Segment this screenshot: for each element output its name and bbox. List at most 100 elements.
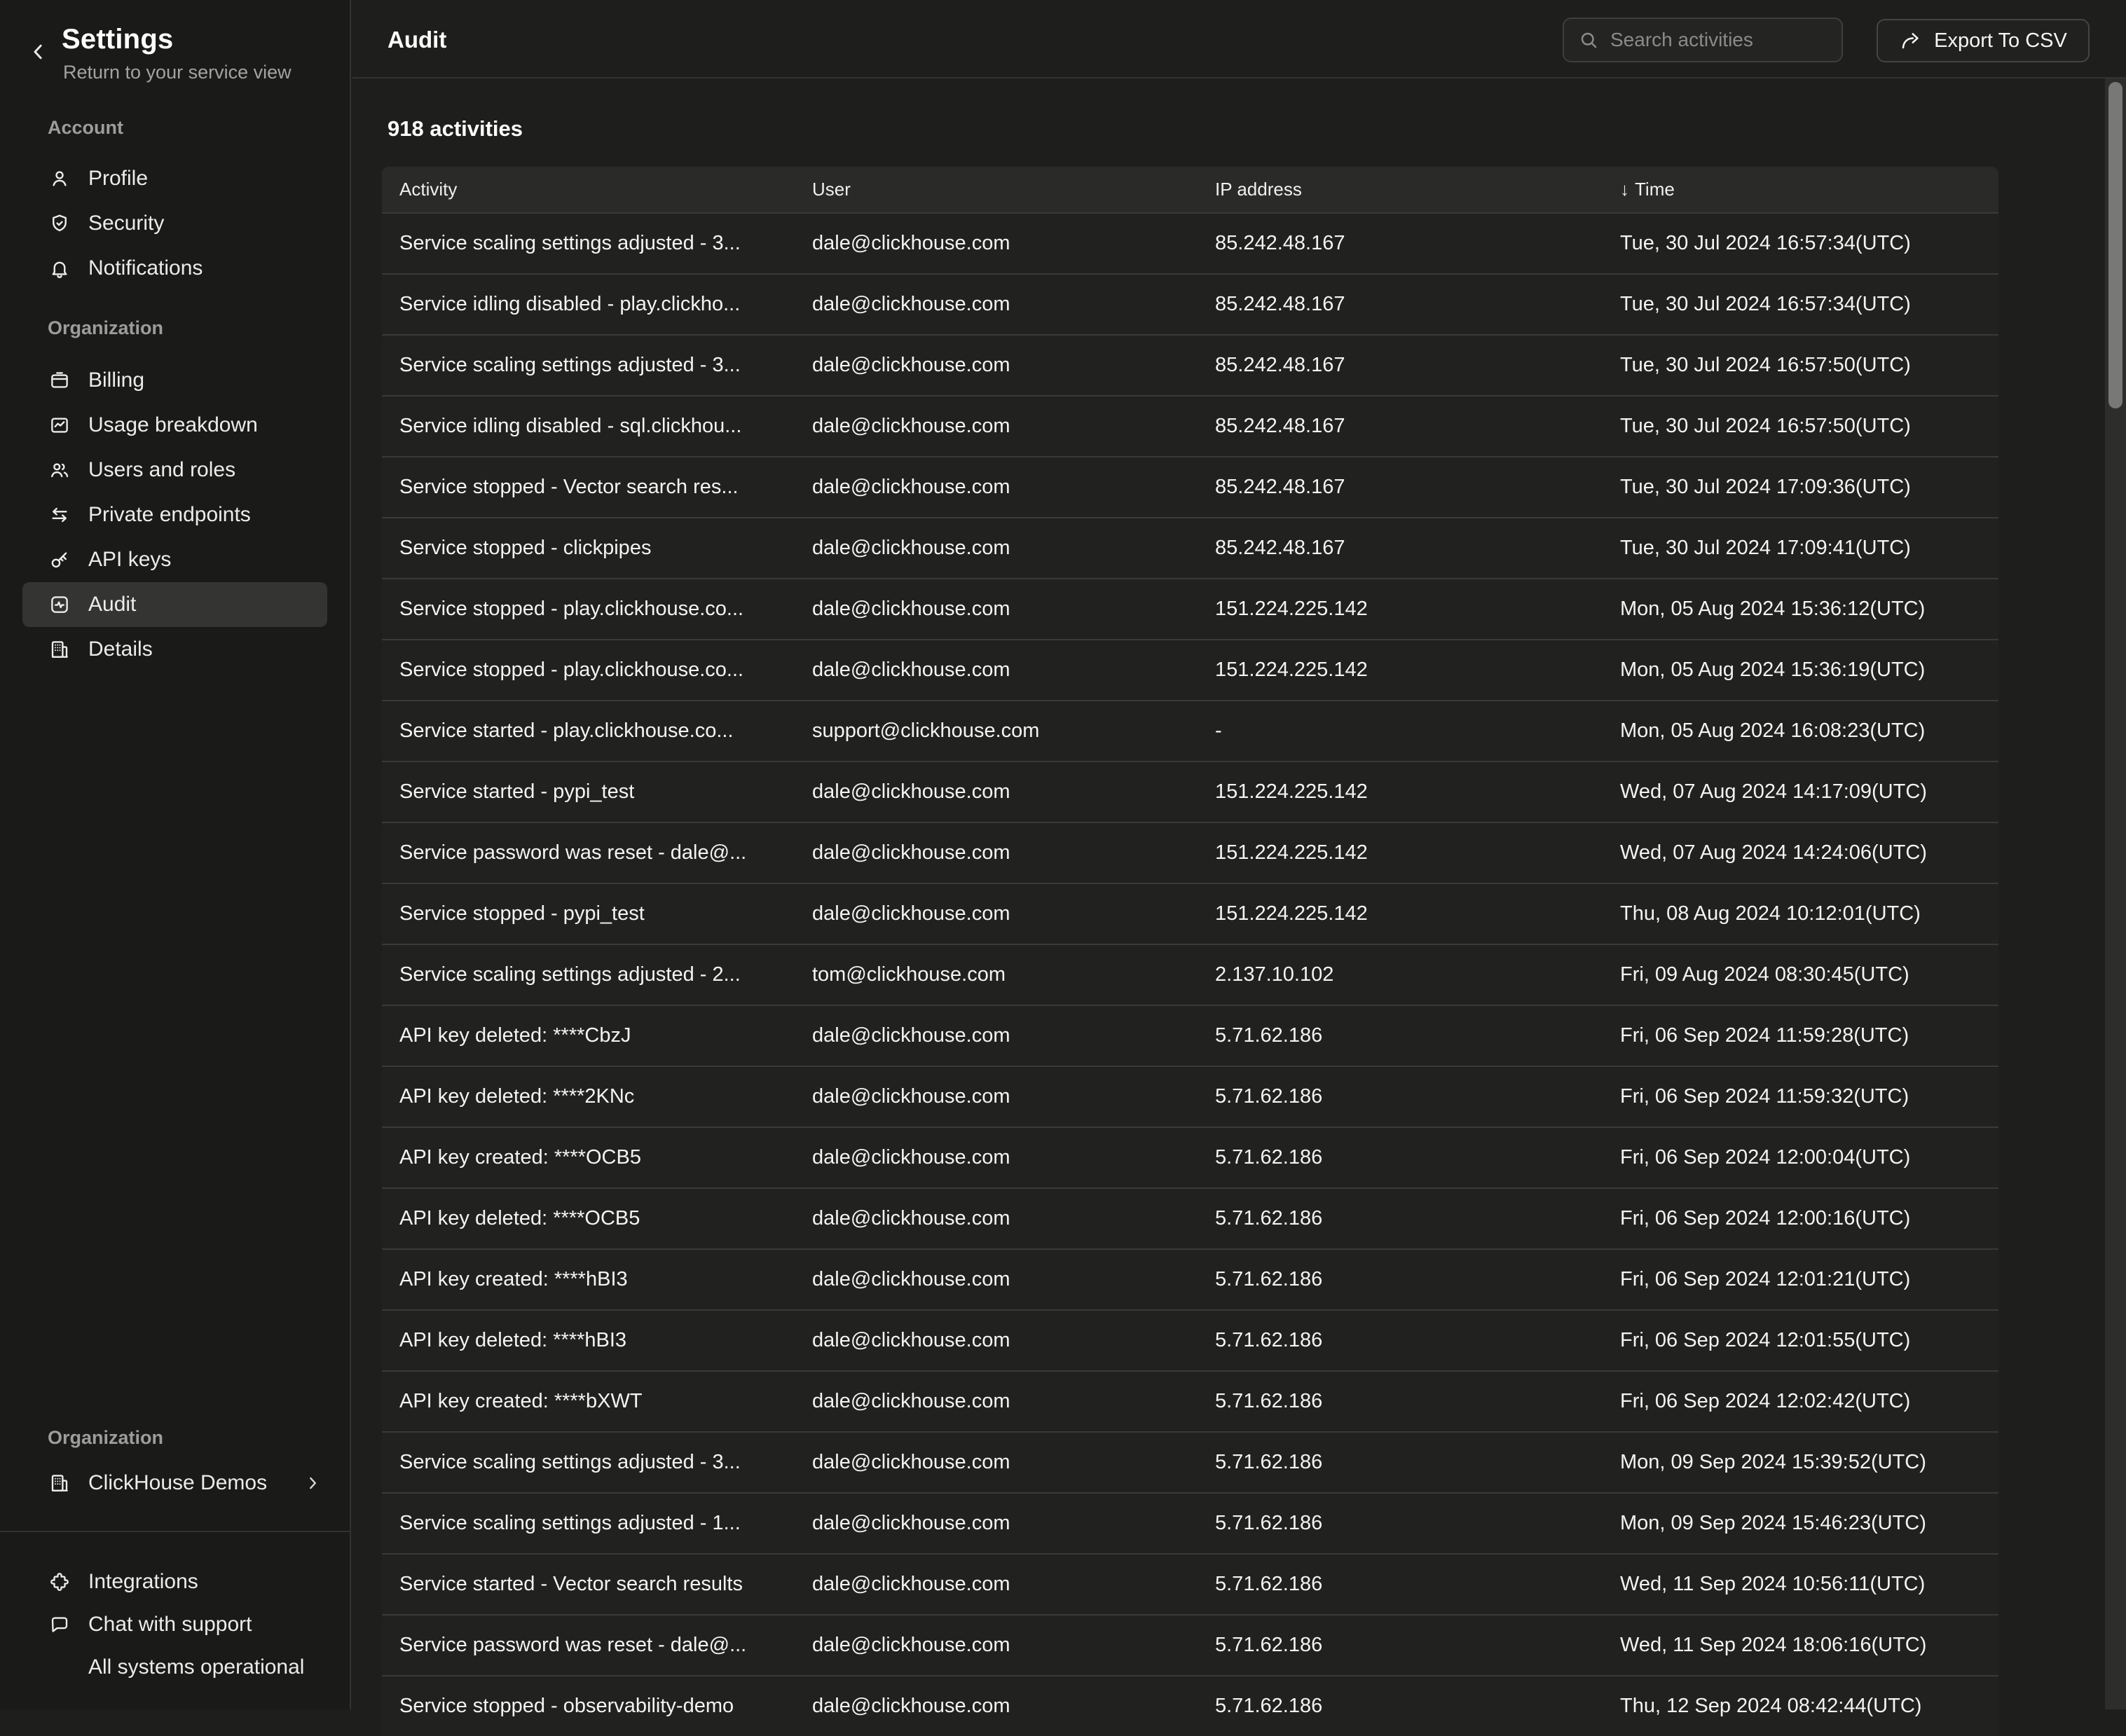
table-row[interactable]: Service stopped - play.clickhouse.co... … [382, 578, 1998, 639]
ip-cell: 85.242.48.167 [1215, 293, 1620, 316]
sidebar-item-details[interactable]: Details [22, 627, 327, 672]
section-label-organization-footer: Organization [48, 1427, 163, 1449]
user-cell: dale@clickhouse.com [812, 1634, 1215, 1657]
ip-cell: 85.242.48.167 [1215, 415, 1620, 438]
activity-cell: Service stopped - Vector search res... [399, 476, 812, 499]
system-status-item[interactable]: All systems operational [22, 1646, 327, 1688]
table-row[interactable]: Service scaling settings adjusted - 3...… [382, 212, 1998, 273]
table-row[interactable]: API key created: ****OCB5 dale@clickhous… [382, 1127, 1998, 1187]
sidebar-item-api-keys[interactable]: API keys [22, 537, 327, 582]
user-cell: dale@clickhouse.com [812, 1085, 1215, 1108]
activity-cell: Service scaling settings adjusted - 3... [399, 1451, 812, 1474]
column-header-activity[interactable]: Activity [399, 179, 812, 200]
search-box [1563, 18, 1843, 62]
time-cell: Tue, 30 Jul 2024 16:57:34(UTC) [1620, 293, 1998, 316]
time-cell: Mon, 05 Aug 2024 15:36:19(UTC) [1620, 659, 1998, 682]
time-cell: Fri, 06 Sep 2024 12:01:21(UTC) [1620, 1268, 1998, 1291]
table-row[interactable]: Service password was reset - dale@... da… [382, 1614, 1998, 1675]
system-status-label: All systems operational [88, 1655, 304, 1679]
column-header-time[interactable]: ↓ Time [1620, 179, 1998, 200]
column-header-user[interactable]: User [812, 179, 1215, 200]
time-cell: Wed, 07 Aug 2024 14:17:09(UTC) [1620, 780, 1998, 804]
puzzle-icon [49, 1571, 70, 1592]
table-row[interactable]: API key created: ****hBI3 dale@clickhous… [382, 1248, 1998, 1309]
chart-icon [49, 415, 70, 436]
status-dot [49, 1657, 70, 1678]
organization-item[interactable]: ClickHouse Demos [22, 1461, 327, 1506]
account-nav: Profile Security Notifications [0, 156, 350, 291]
ip-cell: 5.71.62.186 [1215, 1573, 1620, 1596]
user-cell: dale@clickhouse.com [812, 1390, 1215, 1413]
table-row[interactable]: Service stopped - observability-demo dal… [382, 1675, 1998, 1736]
table-row[interactable]: Service scaling settings adjusted - 3...… [382, 1431, 1998, 1492]
table-row[interactable]: API key deleted: ****CbzJ dale@clickhous… [382, 1005, 1998, 1066]
time-cell: Mon, 09 Sep 2024 15:46:23(UTC) [1620, 1512, 1998, 1535]
table-row[interactable]: API key deleted: ****OCB5 dale@clickhous… [382, 1187, 1998, 1248]
table-row[interactable]: Service started - Vector search results … [382, 1553, 1998, 1614]
table-row[interactable]: Service scaling settings adjusted - 2...… [382, 944, 1998, 1005]
sidebar-item-users-and-roles[interactable]: Users and roles [22, 448, 327, 492]
time-cell: Tue, 30 Jul 2024 17:09:41(UTC) [1620, 537, 1998, 560]
table-row[interactable]: Service stopped - play.clickhouse.co... … [382, 639, 1998, 700]
user-cell: dale@clickhouse.com [812, 293, 1215, 316]
time-cell: Wed, 11 Sep 2024 10:56:11(UTC) [1620, 1573, 1998, 1596]
wallet-icon [49, 370, 70, 391]
ip-cell: 5.71.62.186 [1215, 1451, 1620, 1474]
user-cell: dale@clickhouse.com [812, 415, 1215, 438]
sidebar-item-label: Usage breakdown [88, 413, 258, 437]
user-cell: dale@clickhouse.com [812, 841, 1215, 864]
table-row[interactable]: Service started - pypi_test dale@clickho… [382, 761, 1998, 822]
integrations-item[interactable]: Integrations [22, 1560, 327, 1603]
activity-cell: Service stopped - play.clickhouse.co... [399, 659, 812, 682]
ip-cell: 151.224.225.142 [1215, 841, 1620, 864]
table-row[interactable]: Service password was reset - dale@... da… [382, 822, 1998, 883]
sidebar-subtitle: Return to your service view [63, 62, 292, 83]
footer-item-label: Chat with support [88, 1613, 252, 1637]
table-body: Service scaling settings adjusted - 3...… [382, 212, 1998, 1736]
table-row[interactable]: API key created: ****bXWT dale@clickhous… [382, 1370, 1998, 1431]
scrollbar-thumb[interactable] [2108, 82, 2122, 408]
back-button[interactable] [28, 39, 53, 64]
sidebar-item-usage-breakdown[interactable]: Usage breakdown [22, 403, 327, 448]
export-to-csv-button[interactable]: Export To CSV [1877, 19, 2090, 62]
ip-cell: 151.224.225.142 [1215, 902, 1620, 925]
sidebar-item-label: Notifications [88, 256, 203, 280]
vertical-scrollbar[interactable] [2105, 78, 2126, 1709]
sidebar-item-notifications[interactable]: Notifications [22, 246, 327, 291]
table-row[interactable]: Service idling disabled - sql.clickhou..… [382, 395, 1998, 456]
table-row[interactable]: API key deleted: ****2KNc dale@clickhous… [382, 1066, 1998, 1127]
time-cell: Tue, 30 Jul 2024 16:57:50(UTC) [1620, 354, 1998, 377]
time-cell: Wed, 11 Sep 2024 18:06:16(UTC) [1620, 1634, 1998, 1657]
activity-cell: API key deleted: ****CbzJ [399, 1024, 812, 1047]
activity-cell: Service scaling settings adjusted - 2... [399, 963, 812, 986]
table-row[interactable]: Service started - play.clickhouse.co... … [382, 700, 1998, 761]
chevron-right-icon [303, 1474, 322, 1492]
building-icon [49, 639, 70, 660]
ip-cell: 5.71.62.186 [1215, 1207, 1620, 1230]
table-row[interactable]: Service stopped - pypi_test dale@clickho… [382, 883, 1998, 944]
sidebar-item-audit[interactable]: Audit [22, 582, 327, 627]
sidebar-item-private-endpoints[interactable]: Private endpoints [22, 492, 327, 537]
ip-cell: 85.242.48.167 [1215, 232, 1620, 255]
section-label-organization: Organization [48, 317, 163, 339]
time-cell: Fri, 06 Sep 2024 11:59:32(UTC) [1620, 1085, 1998, 1108]
activity-cell: API key created: ****bXWT [399, 1390, 812, 1413]
time-cell: Fri, 06 Sep 2024 11:59:28(UTC) [1620, 1024, 1998, 1047]
table-row[interactable]: API key deleted: ****hBI3 dale@clickhous… [382, 1309, 1998, 1370]
sidebar-item-security[interactable]: Security [22, 201, 327, 246]
sidebar-item-billing[interactable]: Billing [22, 358, 327, 403]
table-row[interactable]: Service stopped - Vector search res... d… [382, 456, 1998, 517]
column-header-ip[interactable]: IP address [1215, 179, 1620, 200]
ip-cell: 2.137.10.102 [1215, 963, 1620, 986]
table-row[interactable]: Service stopped - clickpipes dale@clickh… [382, 517, 1998, 578]
search-input[interactable] [1610, 29, 1827, 51]
sidebar-item-profile[interactable]: Profile [22, 156, 327, 201]
table-row[interactable]: Service idling disabled - play.clickho..… [382, 273, 1998, 334]
time-cell: Fri, 06 Sep 2024 12:00:16(UTC) [1620, 1207, 1998, 1230]
table-row[interactable]: Service scaling settings adjusted - 3...… [382, 334, 1998, 395]
user-cell: dale@clickhouse.com [812, 1695, 1215, 1718]
chat-with-support-item[interactable]: Chat with support [22, 1603, 327, 1646]
time-cell: Fri, 06 Sep 2024 12:00:04(UTC) [1620, 1146, 1998, 1169]
sort-descending-icon: ↓ [1620, 179, 1629, 200]
table-row[interactable]: Service scaling settings adjusted - 1...… [382, 1492, 1998, 1553]
